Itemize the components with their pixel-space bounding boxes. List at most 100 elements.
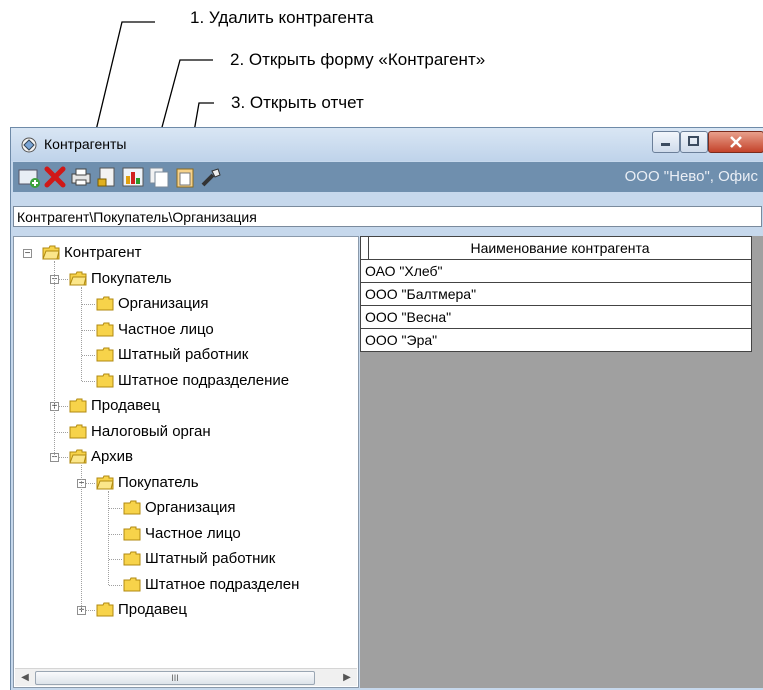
close-button[interactable]	[708, 131, 763, 153]
tree-node[interactable]: Штатное подразделен	[123, 575, 299, 595]
tree-node-label: Частное лицо	[145, 524, 241, 542]
maximize-icon	[688, 136, 699, 146]
tree-node-label: Контрагент	[64, 244, 142, 261]
tree-connector	[109, 584, 122, 586]
folder-icon	[96, 322, 114, 336]
path-field[interactable]: Контрагент\Покупатель\Организация	[13, 206, 762, 227]
scroll-left-arrow-icon[interactable]: ◀	[17, 670, 33, 685]
maximize-button[interactable]	[680, 131, 708, 153]
annotation-open-form: 2. Открыть форму «Контрагент»	[230, 50, 486, 69]
counterparty-name-cell[interactable]: ООО "Балтмера"	[360, 282, 752, 306]
table-row[interactable]: ООО "Весна"	[360, 305, 752, 329]
counterparty-grid-pane: Наименование контрагента ОАО "Хлеб" ООО "Б…	[360, 236, 763, 688]
tree-connector	[109, 508, 122, 509]
tree-connector	[55, 431, 68, 433]
tree-node-label: Штатное подразделен	[145, 575, 300, 593]
annotation-delete: 1. Удалить контрагента	[190, 8, 374, 27]
tree-node-label: Продавец	[118, 601, 187, 618]
tree-node[interactable]: Покупатель	[69, 269, 172, 289]
app-icon	[21, 137, 37, 153]
tree-node-label: Штатное подразделение	[118, 371, 290, 389]
copy-icon[interactable]	[147, 165, 171, 189]
tree-node[interactable]: Контрагент	[42, 243, 142, 263]
open-folder-icon	[69, 271, 87, 285]
grid-header-row: Наименование контрагента	[360, 236, 752, 260]
tree-node[interactable]: Организация	[96, 294, 208, 314]
horizontal-scrollbar[interactable]: ◀ III ▶	[15, 668, 357, 686]
folder-icon	[96, 347, 114, 362]
tree-node-label: Организация	[145, 499, 236, 516]
tree-connector	[82, 355, 95, 356]
tree-connector	[82, 329, 95, 331]
tree-node-label: Организация	[118, 295, 209, 312]
tree-node[interactable]: Штатный работник	[96, 345, 248, 365]
table-row[interactable]: ОАО "Хлеб"	[360, 259, 752, 283]
scroll-right-arrow-icon[interactable]: ▶	[339, 670, 355, 685]
tree-node-label: Архив	[91, 448, 134, 465]
tree-node[interactable]: Штатный работник	[123, 549, 275, 569]
tree-node-label: Штатный работник	[118, 346, 249, 363]
tree-node[interactable]: Продавец	[96, 600, 187, 620]
add-icon[interactable]	[17, 165, 41, 189]
folder-icon	[96, 373, 114, 387]
print-icon[interactable]	[69, 165, 93, 189]
tree-connector	[109, 559, 122, 560]
tree-node[interactable]: Архив	[69, 447, 133, 467]
close-icon	[730, 136, 742, 148]
tree-node-label: Частное лицо	[118, 320, 214, 338]
category-tree[interactable]: Контрагент − Покупатель − Организация Частное…	[13, 236, 359, 688]
toolbar: ООО "Нево", Офис	[13, 162, 763, 192]
tree-connector	[82, 304, 95, 305]
counterparties-window: Контрагенты ООО "Нево", Офис Контрагент\…	[10, 127, 763, 690]
tree-node[interactable]: Штатное подразделение	[96, 371, 289, 391]
scrollbar-thumb[interactable]: III	[35, 671, 315, 685]
folder-icon	[96, 296, 114, 311]
counterparty-grid: Наименование контрагента ОАО "Хлеб" ООО "Б…	[360, 236, 752, 352]
open-form-icon[interactable]	[95, 165, 119, 189]
minimize-button[interactable]	[652, 131, 680, 153]
folder-icon	[123, 551, 141, 566]
tree-connector	[109, 533, 122, 535]
tree-node-label: Штатный работник	[145, 550, 276, 567]
row-indicator	[360, 236, 369, 260]
counterparty-name-cell[interactable]: ООО "Весна"	[360, 305, 752, 329]
tree-connector	[81, 286, 82, 381]
tree-node[interactable]: Организация	[123, 498, 235, 518]
tree-node[interactable]: Налоговый орган	[69, 422, 211, 442]
tree-connector	[81, 465, 82, 610]
folder-icon	[123, 577, 141, 591]
paste-icon[interactable]	[173, 165, 197, 189]
grid-body: Наименование контрагента ОАО "Хлеб" ООО "Б…	[360, 236, 752, 352]
minimize-icon	[661, 143, 670, 146]
tree-connector	[54, 261, 55, 457]
title-bar: Контрагенты	[11, 128, 763, 161]
report-icon[interactable]	[121, 165, 145, 189]
tree-node-label: Покупатель	[91, 269, 172, 287]
delete-icon[interactable]	[43, 165, 67, 189]
table-row[interactable]: ООО "Эра"	[360, 328, 752, 352]
column-header-name[interactable]: Наименование контрагента	[368, 236, 752, 260]
collapse-icon[interactable]: −	[23, 249, 32, 259]
tree-node-label: Налоговый орган	[91, 422, 211, 440]
folder-icon	[123, 500, 141, 515]
tree-node[interactable]: Покупатель	[96, 473, 199, 493]
table-row[interactable]: ООО "Балтмера"	[360, 282, 752, 306]
tree-node[interactable]: Продавец	[69, 396, 160, 416]
folder-icon	[123, 526, 141, 540]
tree-node-label: Покупатель	[118, 473, 199, 491]
tree-node[interactable]: Частное лицо	[123, 524, 241, 544]
tree-connector	[82, 380, 95, 382]
tree-node[interactable]: Частное лицо	[96, 320, 214, 340]
tree-node-label: Продавец	[91, 397, 160, 414]
folder-icon	[69, 398, 87, 413]
annotation-open-report: 3. Открыть отчет	[231, 93, 364, 112]
open-folder-icon	[69, 449, 87, 464]
company-label: ООО "Нево", Офис	[624, 168, 758, 185]
open-folder-icon	[96, 475, 114, 489]
counterparty-name-cell[interactable]: ООО "Эра"	[360, 328, 752, 352]
tree-connector	[108, 490, 109, 585]
counterparty-name-cell[interactable]: ОАО "Хлеб"	[360, 259, 752, 283]
search-icon[interactable]	[199, 165, 223, 189]
open-folder-icon	[42, 245, 60, 260]
window-title: Контрагенты	[44, 136, 127, 152]
